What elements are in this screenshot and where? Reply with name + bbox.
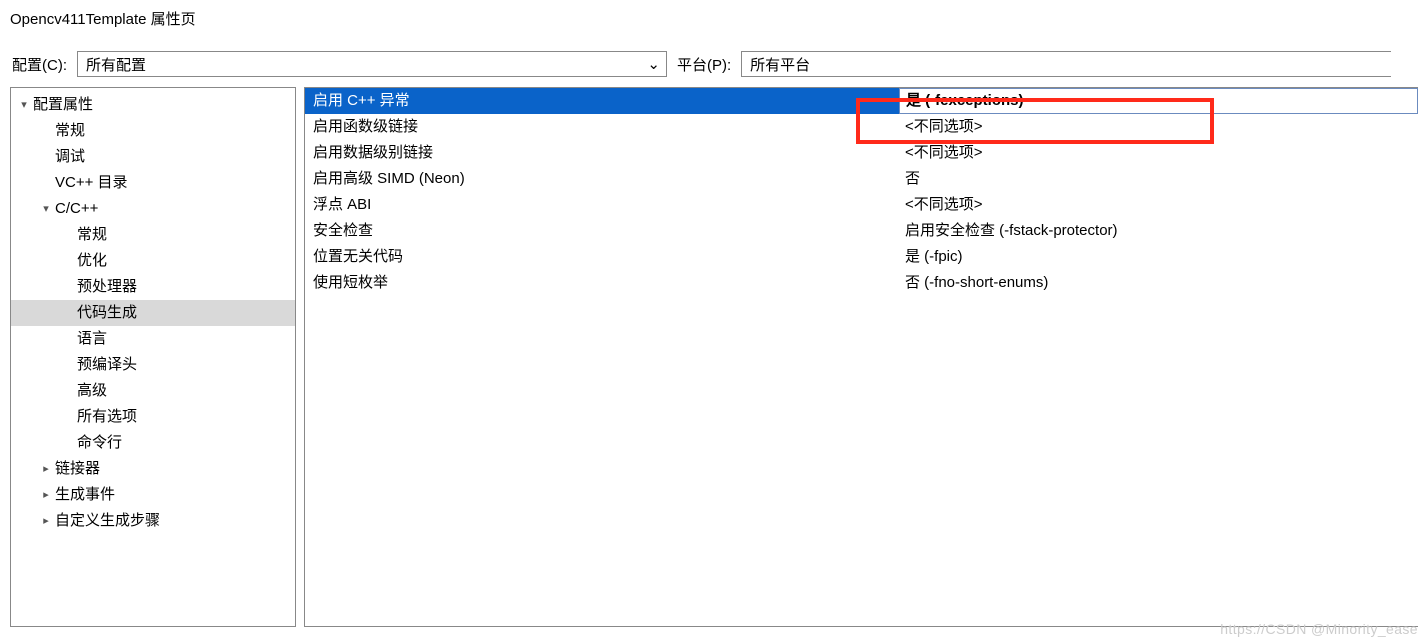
- property-name: 位置无关代码: [305, 244, 899, 270]
- tree-item-ccpp[interactable]: ▾C/C++: [11, 196, 295, 222]
- property-value[interactable]: 启用安全检查 (-fstack-protector): [899, 218, 1418, 244]
- triangle-right-icon: ▸: [39, 456, 53, 482]
- tree-item-linker[interactable]: ▸链接器: [11, 456, 295, 482]
- property-value[interactable]: 是 (-fpic): [899, 244, 1418, 270]
- property-value[interactable]: <不同选项>: [899, 192, 1418, 218]
- property-row[interactable]: 启用高级 SIMD (Neon)否: [305, 166, 1418, 192]
- property-row[interactable]: 位置无关代码是 (-fpic): [305, 244, 1418, 270]
- tree-item-ccpp-cmd[interactable]: ·命令行: [11, 430, 295, 456]
- window-title: Opencv411Template 属性页: [0, 0, 1428, 33]
- property-name: 安全检查: [305, 218, 899, 244]
- tree-item-ccpp-adv[interactable]: ·高级: [11, 378, 295, 404]
- triangle-right-icon: ▸: [39, 508, 53, 534]
- property-name: 浮点 ABI: [305, 192, 899, 218]
- property-row[interactable]: 启用数据级别链接<不同选项>: [305, 140, 1418, 166]
- tree-root-config[interactable]: ▾配置属性: [11, 92, 295, 118]
- tree-item-general[interactable]: ·常规: [11, 118, 295, 144]
- tree-item-ccpp-preproc[interactable]: ·预处理器: [11, 274, 295, 300]
- platform-dropdown-value: 所有平台: [750, 54, 810, 75]
- tree-item-debug[interactable]: ·调试: [11, 144, 295, 170]
- config-dropdown-value: 所有配置: [86, 54, 146, 75]
- tree-item-ccpp-optimize[interactable]: ·优化: [11, 248, 295, 274]
- platform-dropdown[interactable]: 所有平台: [741, 51, 1391, 77]
- category-tree: ▾配置属性 ·常规 ·调试 ·VC++ 目录 ▾C/C++ ·常规 ·优化 ·预…: [10, 87, 296, 627]
- property-value[interactable]: <不同选项>: [899, 140, 1418, 166]
- property-row[interactable]: 使用短枚举否 (-fno-short-enums): [305, 270, 1418, 296]
- tree-item-custombuild[interactable]: ▸自定义生成步骤: [11, 508, 295, 534]
- tree-item-vcdirs[interactable]: ·VC++ 目录: [11, 170, 295, 196]
- config-dropdown[interactable]: 所有配置 ⌄: [77, 51, 667, 77]
- property-value[interactable]: <不同选项>: [899, 114, 1418, 140]
- property-value[interactable]: 是 (-fexceptions): [899, 88, 1418, 114]
- triangle-down-icon: ▾: [39, 196, 53, 222]
- property-name: 启用 C++ 异常: [305, 88, 899, 114]
- tree-item-ccpp-pch[interactable]: ·预编译头: [11, 352, 295, 378]
- tree-item-ccpp-all[interactable]: ·所有选项: [11, 404, 295, 430]
- property-row[interactable]: 启用 C++ 异常是 (-fexceptions): [305, 88, 1418, 114]
- property-value[interactable]: 否: [899, 166, 1418, 192]
- config-toolbar: 配置(C): 所有配置 ⌄ 平台(P): 所有平台: [0, 33, 1428, 87]
- property-grid: 启用 C++ 异常是 (-fexceptions)启用函数级链接<不同选项>启用…: [304, 87, 1418, 627]
- tree-item-ccpp-codegen[interactable]: ·代码生成: [11, 300, 295, 326]
- config-label: 配置(C):: [12, 54, 67, 75]
- chevron-down-icon: ⌄: [647, 55, 660, 73]
- property-name: 启用数据级别链接: [305, 140, 899, 166]
- property-name: 使用短枚举: [305, 270, 899, 296]
- platform-label: 平台(P):: [677, 54, 731, 75]
- property-row[interactable]: 安全检查启用安全检查 (-fstack-protector): [305, 218, 1418, 244]
- triangle-right-icon: ▸: [39, 482, 53, 508]
- watermark-text: https://CSDN @Minority_ease: [1220, 621, 1418, 637]
- property-name: 启用高级 SIMD (Neon): [305, 166, 899, 192]
- property-row[interactable]: 浮点 ABI<不同选项>: [305, 192, 1418, 218]
- triangle-down-icon: ▾: [17, 92, 31, 118]
- property-name: 启用函数级链接: [305, 114, 899, 140]
- tree-item-ccpp-general[interactable]: ·常规: [11, 222, 295, 248]
- tree-item-buildevents[interactable]: ▸生成事件: [11, 482, 295, 508]
- property-row[interactable]: 启用函数级链接<不同选项>: [305, 114, 1418, 140]
- property-value[interactable]: 否 (-fno-short-enums): [899, 270, 1418, 296]
- tree-item-ccpp-lang[interactable]: ·语言: [11, 326, 295, 352]
